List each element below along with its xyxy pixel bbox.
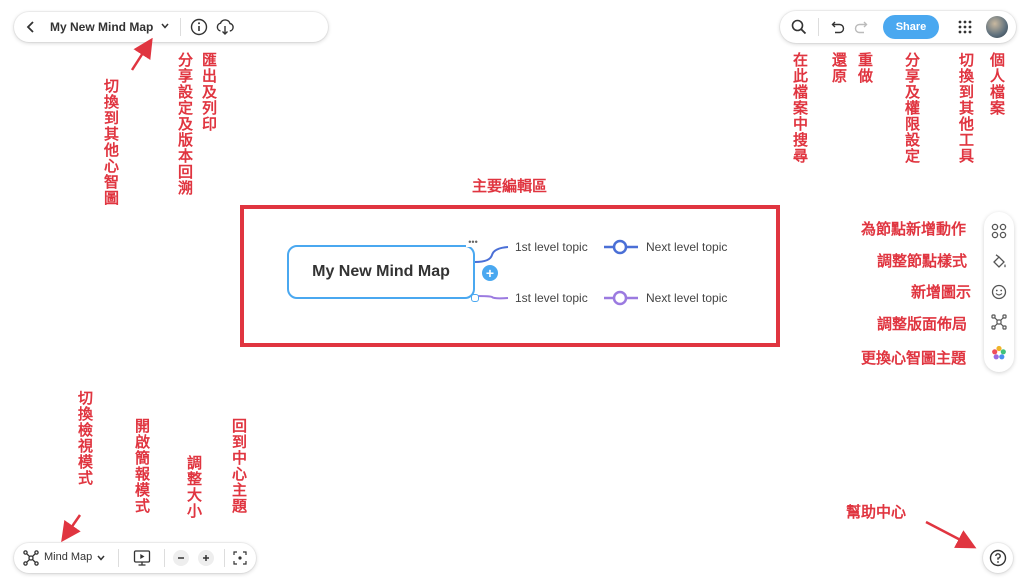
divider xyxy=(224,549,225,567)
more-options-icon[interactable]: ••• xyxy=(466,238,480,247)
annotation-switch-mindmap: 切換到其他心智圖 xyxy=(102,78,119,206)
chevron-down-icon[interactable] xyxy=(97,554,105,562)
center-focus-icon[interactable] xyxy=(233,551,247,565)
next-level-topic[interactable]: Next level topic xyxy=(646,240,727,254)
cloud-download-icon[interactable] xyxy=(215,17,235,37)
annotation-main-edit-area: 主要編輯區 xyxy=(472,178,548,195)
presentation-icon[interactable] xyxy=(133,549,151,567)
annotation-add-icon: 新增圖示 xyxy=(911,284,972,301)
annotation-center: 回到中心主題 xyxy=(230,418,247,514)
annotation-switch-view: 切換檢視模式 xyxy=(76,390,93,486)
annotation-search: 在此檔案中搜尋 xyxy=(791,52,808,164)
chevron-down-icon[interactable] xyxy=(161,22,169,30)
first-level-topic[interactable]: 1st level topic xyxy=(515,240,588,254)
avatar[interactable] xyxy=(986,16,1008,38)
map-title[interactable]: My New Mind Map xyxy=(50,20,153,34)
search-icon[interactable] xyxy=(791,19,807,35)
redo-icon[interactable] xyxy=(854,20,868,34)
resize-handle[interactable] xyxy=(471,294,479,302)
annotation-help: 幫助中心 xyxy=(846,504,907,521)
annotation-share-permission: 分享及權限設定 xyxy=(903,52,920,164)
divider xyxy=(180,18,181,36)
first-level-topic[interactable]: 1st level topic xyxy=(515,291,588,305)
divider xyxy=(164,549,165,567)
layout-icon[interactable] xyxy=(991,314,1007,330)
share-button[interactable]: Share xyxy=(883,15,939,39)
annotation-zoom: 調整大小 xyxy=(185,455,202,519)
node-action-icon[interactable] xyxy=(991,223,1007,239)
paint-bucket-icon[interactable] xyxy=(991,253,1007,270)
annotation-switch-tool: 切換到其他工具 xyxy=(957,52,974,164)
next-level-topic[interactable]: Next level topic xyxy=(646,291,727,305)
zoom-in-icon[interactable] xyxy=(198,550,214,566)
undo-icon[interactable] xyxy=(831,20,845,34)
theme-icon[interactable] xyxy=(991,345,1007,361)
annotation-presentation: 開啟簡報模式 xyxy=(133,418,150,514)
annotation-node-action: 為節點新增動作 xyxy=(861,221,967,238)
view-mode-label[interactable]: Mind Map xyxy=(44,551,92,563)
annotation-node-style: 調整節點樣式 xyxy=(877,253,968,270)
top-right-toolbar: Share xyxy=(780,11,1016,43)
help-icon xyxy=(989,549,1007,567)
top-left-toolbar: My New Mind Map xyxy=(14,12,328,42)
apps-grid-icon[interactable] xyxy=(958,20,972,34)
mindmap-view-icon[interactable] xyxy=(23,550,39,566)
annotation-undo: 還原 xyxy=(830,52,847,84)
divider xyxy=(818,18,819,36)
annotation-profile: 個人檔案 xyxy=(988,52,1005,116)
help-button[interactable] xyxy=(983,543,1013,573)
annotation-redo: 重做 xyxy=(856,52,873,84)
annotation-layout: 調整版面佈局 xyxy=(877,316,968,333)
back-icon[interactable] xyxy=(24,18,38,36)
divider xyxy=(118,549,119,567)
bottom-left-toolbar: Mind Map xyxy=(14,543,256,573)
right-side-toolbar xyxy=(984,212,1014,372)
central-topic[interactable]: My New Mind Map xyxy=(287,245,475,299)
emoji-icon[interactable] xyxy=(991,284,1007,300)
annotation-theme: 更換心智圖主題 xyxy=(861,350,967,367)
annotation-export-print: 匯出及列印 xyxy=(200,52,217,132)
add-topic-button[interactable]: + xyxy=(482,265,498,281)
annotation-share-version: 分享設定及版本回溯 xyxy=(176,52,193,196)
zoom-out-icon[interactable] xyxy=(173,550,189,566)
info-icon[interactable] xyxy=(190,18,208,36)
